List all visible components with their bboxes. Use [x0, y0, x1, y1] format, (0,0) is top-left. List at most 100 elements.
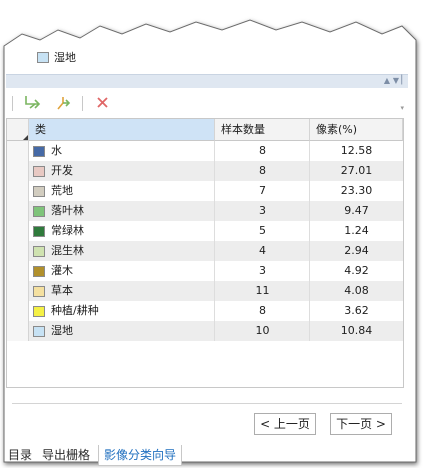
table-row[interactable]: 混生林 4 2.94: [7, 241, 403, 261]
sample-count-cell: 3: [259, 204, 266, 217]
pane-header-bar: ▲ ▼ ❘: [6, 74, 408, 88]
class-color-swatch[interactable]: [33, 285, 45, 297]
toolbar-overflow-icon[interactable]: ▾: [400, 104, 404, 112]
sample-count-cell: 8: [259, 304, 266, 317]
column-divider: [214, 141, 215, 341]
class-name: 种植/耕种: [51, 304, 99, 317]
pixel-percent-cell: 2.94: [344, 244, 369, 257]
column-header-class[interactable]: 类: [29, 119, 215, 141]
delete-class-button[interactable]: [92, 92, 114, 114]
class-color-swatch[interactable]: [33, 145, 45, 157]
pixel-percent-cell: 12.58: [340, 144, 373, 157]
scroll-up-icon[interactable]: ▲: [384, 76, 390, 85]
pixel-percent-cell: 1.24: [344, 224, 369, 237]
class-cell[interactable]: 湿地: [33, 321, 73, 341]
table-row[interactable]: 湿地 10 10.84: [7, 321, 403, 341]
sort-indicator-icon: [23, 135, 28, 140]
class-cell[interactable]: 荒地: [33, 181, 73, 201]
class-name: 水: [51, 144, 62, 157]
table-row[interactable]: 荒地 7 23.30: [7, 181, 403, 201]
sample-count-cell: 4: [259, 244, 266, 257]
class-cell[interactable]: 灌木: [33, 261, 73, 281]
class-color-swatch[interactable]: [33, 205, 45, 217]
class-name: 灌木: [51, 264, 73, 277]
pane-tabs: 目录 导出栅格 影像分类向导: [0, 443, 427, 468]
class-color-swatch[interactable]: [33, 265, 45, 277]
class-color-swatch[interactable]: [33, 325, 45, 337]
wetland-legend-item: 湿地: [37, 50, 76, 64]
tab-export-raster[interactable]: 导出栅格: [42, 445, 90, 466]
class-table: 类 样本数量 像素(%) 水 8 12.58 开发 8 27.01 荒地 7 23.30 落叶林 3…: [6, 118, 404, 388]
class-name: 开发: [51, 164, 73, 177]
table-row[interactable]: 水 8 12.58: [7, 141, 403, 161]
table-row[interactable]: 种植/耕种 8 3.62: [7, 301, 403, 321]
column-header-sample-count[interactable]: 样本数量: [215, 119, 310, 141]
row-selector[interactable]: [7, 201, 29, 221]
class-cell[interactable]: 草本: [33, 281, 73, 301]
pixel-percent-cell: 4.08: [344, 284, 369, 297]
footer-divider: [12, 403, 402, 404]
row-selector[interactable]: [7, 281, 29, 301]
class-name: 混生林: [51, 244, 84, 257]
row-selector[interactable]: [7, 161, 29, 181]
class-name: 草本: [51, 284, 73, 297]
class-name: 荒地: [51, 184, 73, 197]
merge-classes-icon: [25, 96, 41, 109]
table-header: 类 样本数量 像素(%): [7, 119, 403, 141]
pixel-percent-cell: 10.84: [340, 324, 373, 337]
sample-count-cell: 7: [259, 184, 266, 197]
class-cell[interactable]: 混生林: [33, 241, 84, 261]
pixel-percent-cell: 3.62: [344, 304, 369, 317]
class-cell[interactable]: 种植/耕种: [33, 301, 99, 321]
table-row[interactable]: 开发 8 27.01: [7, 161, 403, 181]
pixel-percent-cell: 4.92: [344, 264, 369, 277]
class-cell[interactable]: 开发: [33, 161, 73, 181]
class-color-swatch[interactable]: [33, 245, 45, 257]
row-selector[interactable]: [7, 261, 29, 281]
sample-count-cell: 3: [259, 264, 266, 277]
wetland-swatch: [37, 51, 49, 63]
toolbar-divider: [12, 96, 13, 111]
sample-count-cell: 11: [255, 284, 270, 297]
sample-count-cell: 5: [259, 224, 266, 237]
row-selector[interactable]: [7, 241, 29, 261]
merge-classes-button[interactable]: [22, 92, 44, 114]
column-divider: [309, 141, 310, 341]
sample-count-cell: 8: [259, 144, 266, 157]
delete-icon: [97, 97, 108, 108]
class-color-swatch[interactable]: [33, 185, 45, 197]
tab-image-classification-wizard[interactable]: 影像分类向导: [98, 445, 183, 466]
class-name: 落叶林: [51, 204, 84, 217]
pixel-percent-cell: 23.30: [340, 184, 373, 197]
select-all-corner[interactable]: [7, 119, 29, 141]
wetland-label: 湿地: [54, 51, 76, 64]
sample-count-cell: 10: [255, 324, 270, 337]
row-selector[interactable]: [7, 221, 29, 241]
class-cell[interactable]: 常绿林: [33, 221, 84, 241]
class-cell[interactable]: 落叶林: [33, 201, 84, 221]
class-color-swatch[interactable]: [33, 305, 45, 317]
table-row[interactable]: 常绿林 5 1.24: [7, 221, 403, 241]
class-name: 常绿林: [51, 224, 84, 237]
class-toolbar: ▾: [6, 91, 408, 115]
class-cell[interactable]: 水: [33, 141, 62, 161]
toolbar-divider: [82, 96, 83, 111]
class-color-swatch[interactable]: [33, 165, 45, 177]
row-selector[interactable]: [7, 301, 29, 321]
table-row[interactable]: 落叶林 3 9.47: [7, 201, 403, 221]
sample-count-cell: 8: [259, 164, 266, 177]
row-selector[interactable]: [7, 141, 29, 161]
next-page-button[interactable]: 下一页 >: [330, 413, 392, 435]
previous-page-button[interactable]: < 上一页: [254, 413, 316, 435]
pane-menu-icon[interactable]: ❘: [398, 74, 406, 85]
tab-catalog[interactable]: 目录: [8, 445, 32, 466]
pixel-percent-cell: 9.47: [344, 204, 369, 217]
row-selector[interactable]: [7, 181, 29, 201]
column-header-pixel-percent[interactable]: 像素(%): [310, 119, 403, 141]
class-color-swatch[interactable]: [33, 225, 45, 237]
table-row[interactable]: 草本 11 4.08: [7, 281, 403, 301]
row-selector[interactable]: [7, 321, 29, 341]
pixel-percent-cell: 27.01: [340, 164, 373, 177]
split-class-button[interactable]: [52, 92, 74, 114]
table-row[interactable]: 灌木 3 4.92: [7, 261, 403, 281]
